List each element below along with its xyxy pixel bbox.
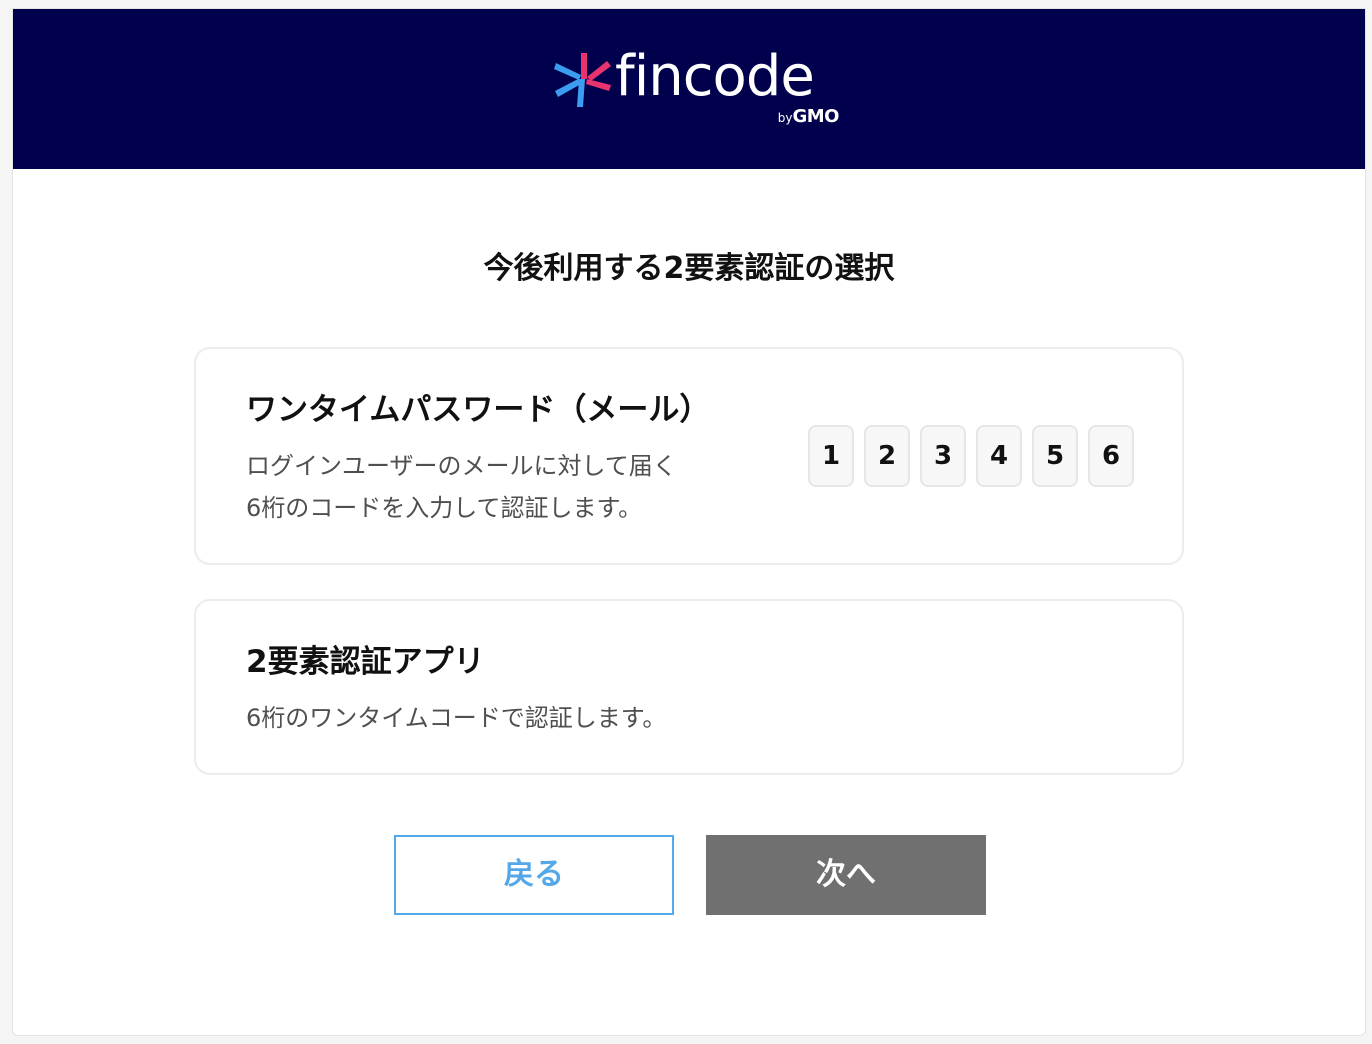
- option-description: ログインユーザーのメールに対して届く 6桁のコードを入力して認証します。: [246, 445, 677, 529]
- next-button[interactable]: 次へ: [706, 835, 986, 915]
- code-digit-box: 1: [808, 425, 854, 487]
- option-title: ワンタイムパスワード（メール）: [246, 392, 711, 428]
- code-digit-box: 2: [864, 425, 910, 487]
- option-description-line: 6桁のコードを入力して認証します。: [246, 494, 643, 522]
- code-digit-box: 4: [976, 425, 1022, 487]
- code-digit-box: 3: [920, 425, 966, 487]
- by-gmo-label: byGMO: [777, 106, 840, 128]
- logo-gmo-text: GMO: [792, 106, 840, 127]
- back-button[interactable]: 戻る: [394, 835, 674, 915]
- header-bar: fincode byGMO: [13, 9, 1365, 169]
- fincode-wordmark: fincode: [615, 44, 815, 109]
- option-title: 2要素認証アプリ: [246, 644, 485, 680]
- fincode-logo: fincode byGMO: [553, 44, 839, 135]
- code-digit-box: 5: [1032, 425, 1078, 487]
- option-card-authenticator-app[interactable]: 2要素認証アプリ 6桁のワンタイムコードで認証します。: [194, 599, 1184, 775]
- option-description-line: ログインユーザーのメールに対して届く: [246, 452, 677, 480]
- fincode-asterisk-logo-icon: [554, 53, 611, 107]
- page-container: fincode byGMO 今後利用する2要素認証の選択 ワンタイムパスワード（…: [12, 8, 1366, 1036]
- code-digit-box: 6: [1088, 425, 1134, 487]
- page-title: 今後利用する2要素認証の選択: [483, 251, 895, 286]
- option-description: 6桁のワンタイムコードで認証します。: [246, 697, 666, 739]
- logo-by-text: by: [777, 111, 793, 125]
- option-card-email-otp[interactable]: ワンタイムパスワード（メール） ログインユーザーのメールに対して届く 6桁のコー…: [194, 347, 1184, 565]
- option-description-line: 6桁のワンタイムコードで認証します。: [246, 704, 667, 732]
